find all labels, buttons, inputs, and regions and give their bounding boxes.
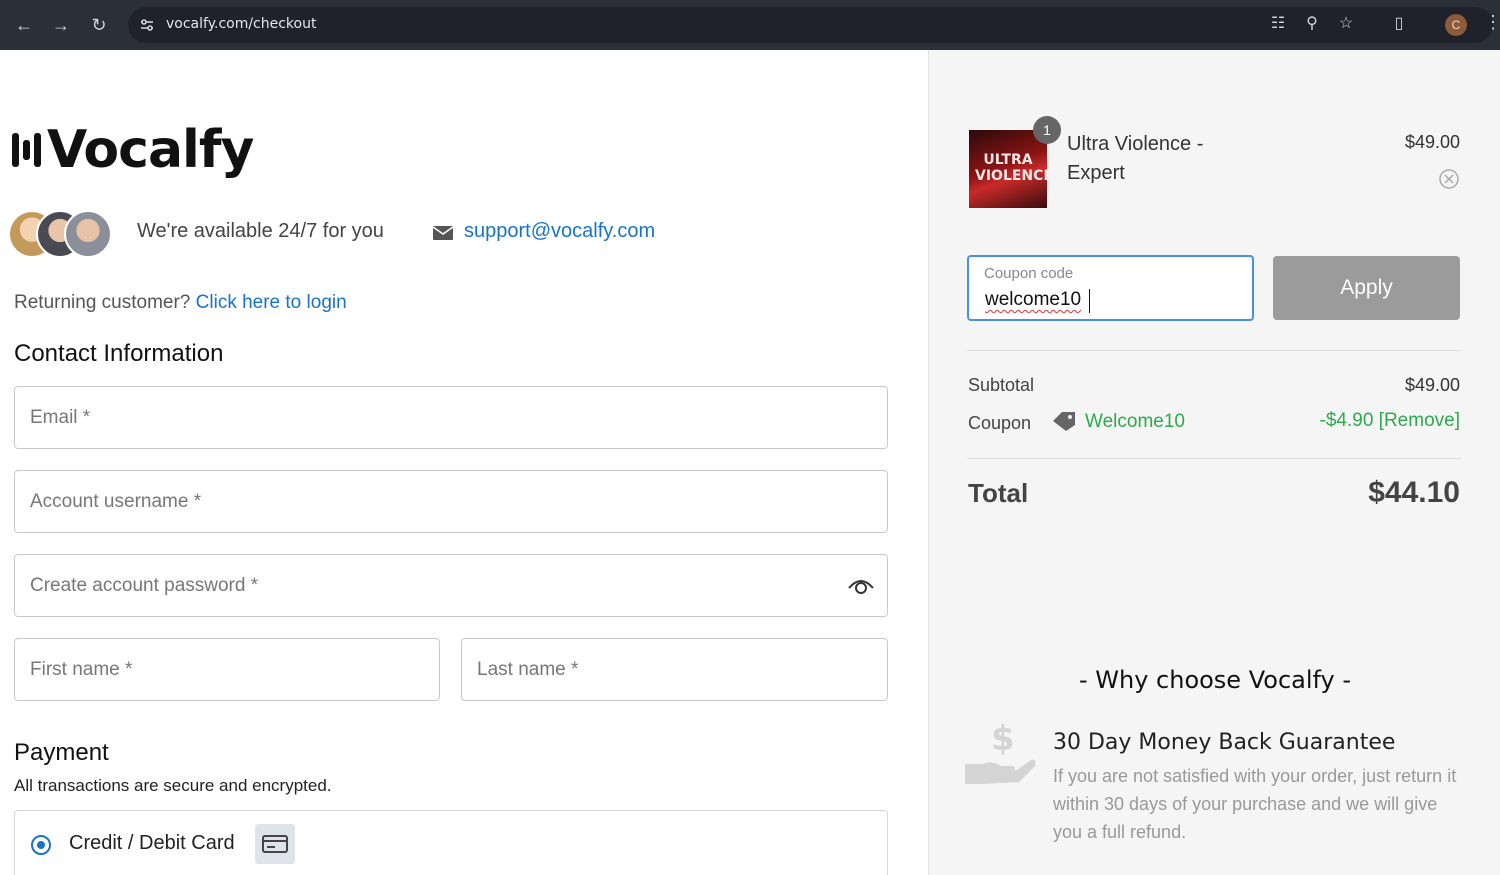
logo-mark-icon xyxy=(12,133,41,167)
tag-icon xyxy=(1053,412,1075,431)
remove-item-icon[interactable] xyxy=(1438,168,1460,190)
show-password-icon[interactable] xyxy=(847,575,875,597)
reload-icon[interactable]: ↻ xyxy=(86,12,112,38)
site-settings-icon[interactable] xyxy=(138,16,156,34)
checkout-form-panel: Vocalfy We're available 24/7 for you sup… xyxy=(0,50,928,875)
guarantee-title: 30 Day Money Back Guarantee xyxy=(1053,730,1396,755)
thumb-text-line2: VIOLENCE xyxy=(975,168,1047,184)
total-value: $44.10 xyxy=(1368,476,1460,509)
profile-avatar[interactable]: C xyxy=(1445,14,1467,36)
product-price: $49.00 xyxy=(1404,132,1460,152)
product-name-line1: Ultra Violence - xyxy=(1067,133,1204,155)
first-name-placeholder: First name * xyxy=(30,659,133,680)
last-name-placeholder: Last name * xyxy=(477,659,579,680)
remove-coupon-link[interactable]: -$4.90 [Remove] xyxy=(1320,410,1460,432)
password-placeholder: Create account password * xyxy=(30,575,259,596)
extensions-icon[interactable]: ▯ xyxy=(1388,13,1410,35)
email-field[interactable]: Email * xyxy=(14,386,888,449)
coupon-label: Coupon xyxy=(968,413,1032,433)
back-icon[interactable]: ← xyxy=(11,12,37,38)
money-back-hand-icon: $ xyxy=(965,720,1036,784)
card-radio-button[interactable] xyxy=(31,835,51,855)
availability-text: We're available 24/7 for you xyxy=(137,220,384,242)
product-name-line2: Expert xyxy=(1067,162,1125,184)
support-email-link[interactable]: support@vocalfy.com xyxy=(464,220,655,243)
payment-heading: Payment xyxy=(14,739,109,766)
forward-icon[interactable]: → xyxy=(48,12,74,38)
payment-subtitle: All transactions are secure and encrypte… xyxy=(14,776,332,795)
payment-method-card[interactable]: Credit / Debit Card xyxy=(14,810,888,875)
url-text[interactable]: vocalfy.com/checkout xyxy=(166,16,316,32)
password-field[interactable]: Create account password * xyxy=(14,554,888,617)
last-name-field[interactable]: Last name * xyxy=(461,638,888,701)
subtotal-label: Subtotal xyxy=(968,375,1035,395)
divider xyxy=(967,350,1461,351)
brand-logo[interactable]: Vocalfy xyxy=(12,120,254,180)
zoom-icon[interactable]: ⚲ xyxy=(1301,13,1323,35)
returning-customer: Returning customer? Click here to login xyxy=(14,292,347,314)
thumb-text-line1: ULTRA xyxy=(983,152,1033,168)
credit-card-icon xyxy=(255,824,295,864)
text-caret xyxy=(1089,289,1090,313)
username-placeholder: Account username * xyxy=(30,491,202,512)
support-team-avatars xyxy=(8,210,118,260)
product-name: Ultra Violence - Expert xyxy=(1067,130,1267,188)
subtotal-value: $49.00 xyxy=(1404,375,1460,395)
translate-icon[interactable]: ☷ xyxy=(1267,13,1289,35)
applied-coupon-name: Welcome10 xyxy=(1085,411,1185,432)
first-name-field[interactable]: First name * xyxy=(14,638,440,701)
order-summary-panel: ULTRA VIOLENCE 1 Ultra Violence - Expert… xyxy=(928,50,1500,875)
coupon-code-value[interactable]: welcome10 xyxy=(985,289,1081,311)
login-link[interactable]: Click here to login xyxy=(196,292,347,313)
brand-name: Vocalfy xyxy=(47,120,254,180)
product-thumbnail: ULTRA VIOLENCE xyxy=(969,130,1047,208)
why-choose-heading: - Why choose Vocalfy - xyxy=(1078,666,1352,694)
bookmark-star-icon[interactable]: ☆ xyxy=(1335,13,1357,35)
avatar xyxy=(64,210,112,258)
returning-prefix: Returning customer? xyxy=(14,292,191,313)
svg-text:$: $ xyxy=(991,720,1015,759)
quantity-badge: 1 xyxy=(1033,116,1061,144)
coupon-code-label: Coupon code xyxy=(984,265,1074,282)
username-field[interactable]: Account username * xyxy=(14,470,888,533)
guarantee-body: If you are not satisfied with your order… xyxy=(1053,766,1457,842)
browser-toolbar: ← → ↻ vocalfy.com/checkout ☷ ⚲ ☆ ▯ C ⋮ xyxy=(0,0,1500,50)
total-label: Total xyxy=(968,478,1029,508)
coupon-code-input[interactable]: Coupon code welcome10 xyxy=(967,255,1254,321)
apply-coupon-button[interactable]: Apply xyxy=(1273,256,1460,320)
email-placeholder: Email * xyxy=(30,407,91,428)
payment-method-label: Credit / Debit Card xyxy=(69,832,235,854)
divider xyxy=(967,458,1461,459)
contact-heading: Contact Information xyxy=(14,340,224,367)
menu-icon[interactable]: ⋮ xyxy=(1484,12,1500,33)
mail-icon xyxy=(432,226,454,240)
